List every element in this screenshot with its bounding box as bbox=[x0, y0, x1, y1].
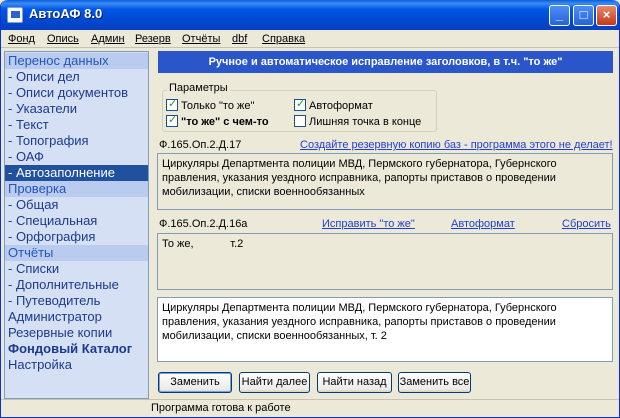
option-same-with-something[interactable]: "то же" с чем-то bbox=[166, 113, 269, 128]
backup-warning-link[interactable]: Создайте резервную копию баз - программа… bbox=[300, 139, 613, 151]
sidebar-item-autofill[interactable]: - Автозаполнение bbox=[5, 165, 148, 181]
checkbox-checked-icon[interactable] bbox=[166, 113, 178, 127]
menu-admin[interactable]: Админ bbox=[91, 33, 125, 45]
checkbox-checked-icon[interactable] bbox=[294, 97, 306, 111]
sidebar-item-case-inventories[interactable]: - Описи дел bbox=[5, 69, 148, 85]
find-next-button[interactable]: Найти далее bbox=[239, 372, 310, 393]
maximize-button[interactable]: □ bbox=[573, 5, 594, 26]
sidebar-item-oaf[interactable]: - ОАФ bbox=[5, 149, 148, 165]
sidebar-item-fund-catalog[interactable]: Фондовый Каталог bbox=[5, 341, 148, 357]
sidebar-item-indexes[interactable]: - Указатели bbox=[5, 101, 148, 117]
status-text: Программа готова к работе bbox=[151, 402, 291, 414]
sidebar-item-spelling[interactable]: - Орфография bbox=[5, 229, 148, 245]
close-button[interactable]: × bbox=[596, 5, 617, 26]
option-extra-dot[interactable]: Лишняя точка в конце bbox=[294, 115, 421, 128]
sidebar-item-lists[interactable]: - Списки bbox=[5, 261, 148, 277]
panel-header: Ручное и автоматическое исправление заго… bbox=[158, 51, 613, 73]
checkbox-unchecked-icon[interactable] bbox=[294, 115, 306, 127]
replace-all-button[interactable]: Заменить все bbox=[398, 372, 471, 393]
window-title: АвтоАФ 8.0 bbox=[29, 6, 103, 21]
sidebar-item-additional[interactable]: - Дополнительные bbox=[5, 277, 148, 293]
checkbox-checked-icon[interactable] bbox=[166, 97, 178, 111]
menu-reports[interactable]: Отчёты bbox=[182, 33, 220, 45]
menu-bar: Фонд Опись Админ Резерв Отчёты dbf Справ… bbox=[1, 30, 619, 48]
title-bar[interactable]: АвтоАФ 8.0 _ □ × bbox=[1, 0, 619, 30]
sidebar-item-text[interactable]: - Текст bbox=[5, 117, 148, 133]
record-ref-current: Ф.165.Оп.2.Д.17 bbox=[159, 139, 242, 151]
sidebar-item-doc-inventories[interactable]: - Описи документов bbox=[5, 85, 148, 101]
menu-reserve[interactable]: Резерв bbox=[135, 33, 171, 45]
minimize-button[interactable]: _ bbox=[549, 5, 570, 26]
fix-same-link[interactable]: Исправить "то же" bbox=[322, 218, 415, 230]
menu-dbf[interactable]: dbf bbox=[232, 33, 247, 45]
sidebar-item-settings[interactable]: Настройка bbox=[5, 357, 148, 373]
target-title-box[interactable]: То же, т.2 bbox=[157, 233, 613, 290]
reset-link[interactable]: Сбросить bbox=[562, 218, 611, 230]
record-ref-target: Ф.165.Оп.2.Д.16а bbox=[159, 218, 248, 230]
result-title-input[interactable]: Циркуляры Департмента полиции МВД, Пермс… bbox=[157, 297, 613, 362]
menu-help[interactable]: Справка bbox=[262, 33, 305, 45]
sidebar-item-backups[interactable]: Резервные копии bbox=[5, 325, 148, 341]
sidebar-item-guide[interactable]: - Путеводитель bbox=[5, 293, 148, 309]
sidebar: Перенос данных - Описи дел - Описи докум… bbox=[4, 51, 149, 399]
sidebar-item-general[interactable]: - Общая bbox=[5, 197, 148, 213]
option-autoformat[interactable]: Автоформат bbox=[294, 97, 373, 112]
sidebar-item-reports[interactable]: Отчёты bbox=[5, 245, 148, 261]
find-prev-button[interactable]: Найти назад bbox=[317, 372, 392, 393]
replace-button[interactable]: Заменить bbox=[158, 372, 232, 393]
menu-fond[interactable]: Фонд bbox=[8, 33, 35, 45]
sidebar-item-administrator[interactable]: Администратор bbox=[5, 309, 148, 325]
app-icon bbox=[7, 7, 23, 23]
params-group-title: Параметры bbox=[167, 82, 230, 94]
status-bar bbox=[1, 399, 619, 417]
sidebar-item-topography[interactable]: - Топография bbox=[5, 133, 148, 149]
sidebar-item-special[interactable]: - Специальная bbox=[5, 213, 148, 229]
sidebar-item-check[interactable]: Проверка bbox=[5, 181, 148, 197]
autoformat-link[interactable]: Автоформат bbox=[451, 218, 515, 230]
app-window: АвтоАФ 8.0 _ □ × Фонд Опись Админ Резерв… bbox=[0, 0, 620, 418]
option-only-same[interactable]: Только "то же" bbox=[166, 97, 254, 112]
source-title-box[interactable]: Циркуляры Департмента полиции МВД, Пермс… bbox=[157, 153, 613, 210]
sidebar-item-transfer[interactable]: Перенос данных bbox=[5, 53, 148, 69]
menu-opis[interactable]: Опись bbox=[47, 33, 79, 45]
